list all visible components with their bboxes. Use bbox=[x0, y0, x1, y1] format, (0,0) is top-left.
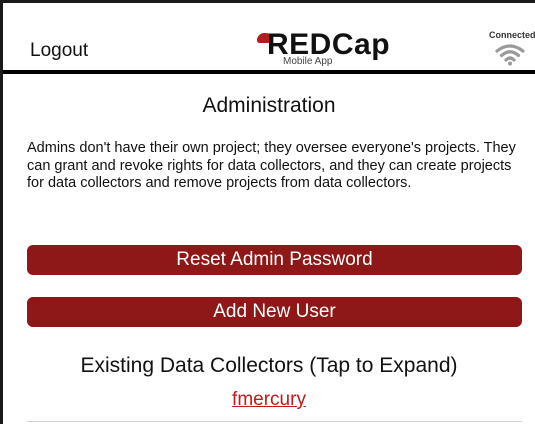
list-item: fmercury bbox=[3, 389, 535, 411]
collector-link-fmercury[interactable]: fmercury bbox=[232, 389, 306, 410]
reset-admin-password-button[interactable]: Reset Admin Password bbox=[27, 245, 522, 275]
redcap-logo: REDCap Mobile App bbox=[253, 29, 390, 69]
page-title: Administration bbox=[202, 94, 336, 117]
connection-status-label: Connected bbox=[489, 30, 535, 40]
logout-link[interactable]: Logout bbox=[30, 40, 88, 62]
collectors-heading: Existing Data Collectors (Tap to Expand) bbox=[80, 354, 458, 377]
add-new-user-button[interactable]: Add New User bbox=[27, 297, 522, 327]
logo-subtitle: Mobile App bbox=[283, 56, 333, 67]
wifi-icon bbox=[495, 44, 525, 66]
app-header: Logout REDCap Mobile App Connected bbox=[3, 3, 535, 74]
admin-description: Admins don't have their own project; the… bbox=[27, 140, 516, 191]
list-divider bbox=[27, 421, 522, 422]
connection-indicator: Connected bbox=[487, 30, 535, 70]
